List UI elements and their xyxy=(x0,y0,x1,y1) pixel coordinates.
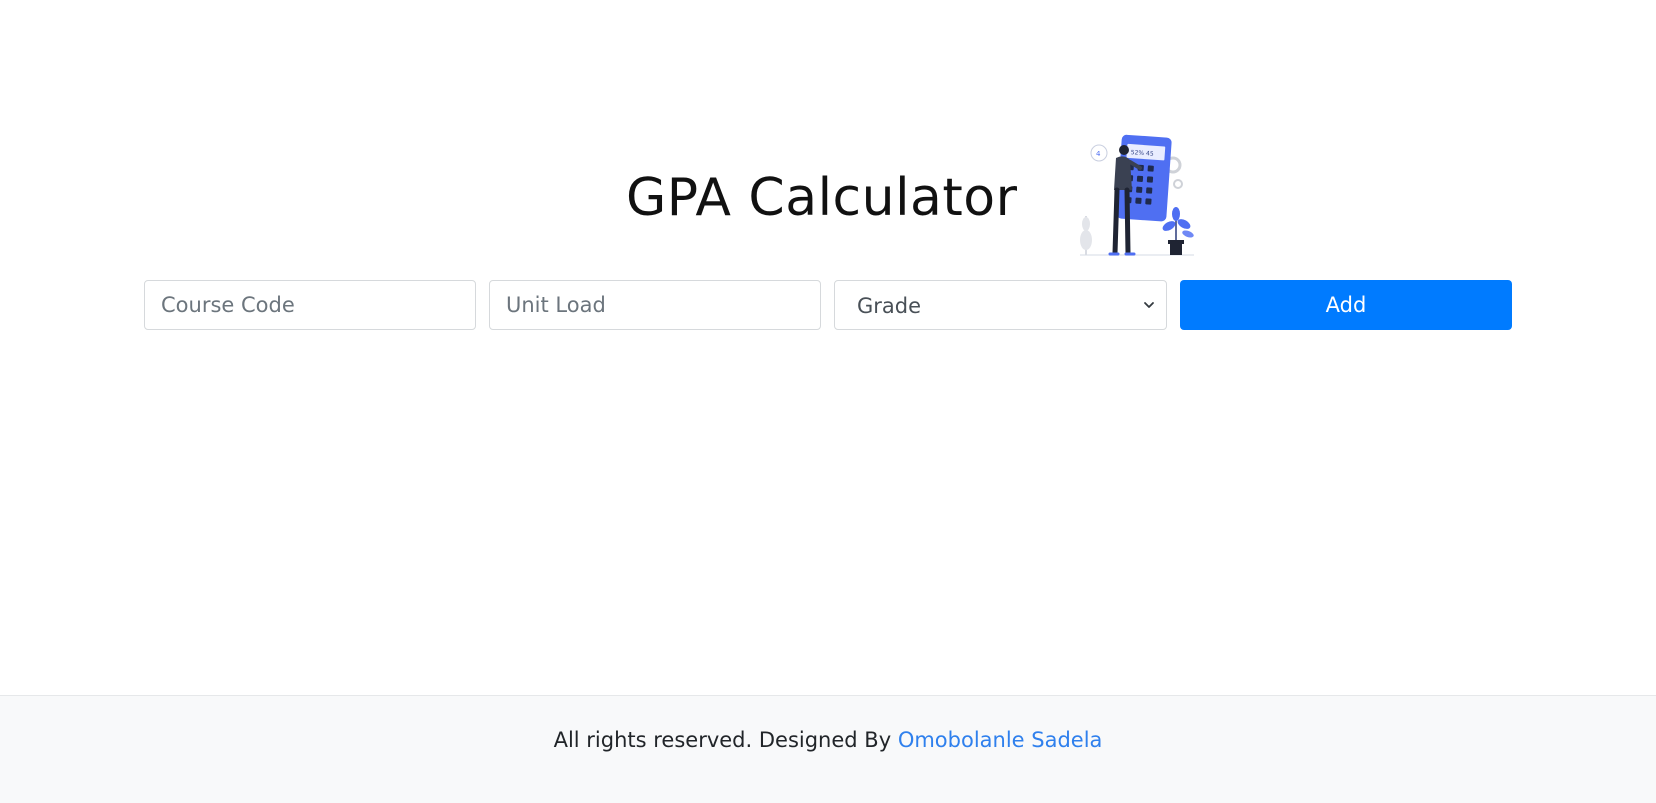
grade-select[interactable]: Grade xyxy=(834,280,1167,330)
grade-select-value: Grade xyxy=(857,294,922,318)
add-button[interactable]: Add xyxy=(1180,280,1512,330)
footer-text: All rights reserved. Designed By Omobola… xyxy=(0,728,1656,752)
author-link[interactable]: Omobolanle Sadela xyxy=(898,728,1103,752)
svg-text:4: 4 xyxy=(1096,150,1101,158)
course-code-input[interactable] xyxy=(144,280,476,330)
unit-load-input[interactable] xyxy=(489,280,821,330)
footer: All rights reserved. Designed By Omobola… xyxy=(0,695,1656,803)
page-title: GPA Calculator xyxy=(626,168,1018,228)
page: GPA Calculator 4 52% 45 Course Code Unit… xyxy=(0,0,1656,803)
calculator-person-illustration: 4 52% 45 xyxy=(1080,134,1194,256)
chevron-down-icon xyxy=(1144,302,1154,308)
course-form: Grade Add xyxy=(144,280,1512,330)
copyright-text: All rights reserved. Designed By xyxy=(553,728,898,752)
header: GPA Calculator 4 52% 45 xyxy=(0,128,1656,258)
